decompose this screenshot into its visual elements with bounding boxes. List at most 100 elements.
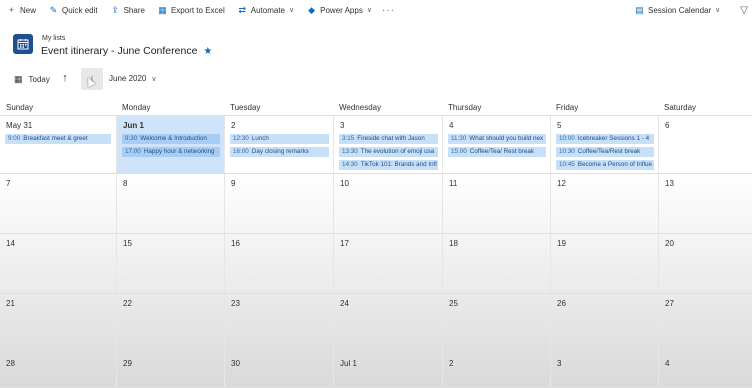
automate-menu[interactable]: ⇄ Automate ∨: [231, 5, 294, 16]
day-cell[interactable]: 22: [116, 294, 224, 353]
day-cell[interactable]: 27: [658, 294, 752, 353]
share-button[interactable]: ⇪ Share: [104, 5, 145, 16]
day-cell[interactable]: 3: [550, 354, 658, 387]
day-number: 23: [231, 299, 240, 308]
day-cell[interactable]: 20: [658, 234, 752, 293]
day-cell[interactable]: 15: [116, 234, 224, 293]
day-cell[interactable]: 2 12:30 Lunch 16:00 Day closing remarks: [224, 116, 333, 173]
quick-edit-button[interactable]: ✎ Quick edit: [42, 5, 98, 16]
day-number: 18: [449, 239, 458, 248]
day-number: 3: [557, 359, 562, 368]
new-button[interactable]: + New: [0, 5, 36, 15]
day-number: 15: [123, 239, 132, 248]
calendar-event[interactable]: 15:00 Coffee/Tea/ Rest break: [448, 147, 546, 157]
day-cell[interactable]: 2: [442, 354, 550, 387]
calendar-event[interactable]: 12:30 Lunch: [230, 134, 329, 144]
event-time: 14:30: [342, 161, 358, 168]
week-row: 28 29 30 Jul 1 2 3 4: [0, 354, 752, 388]
day-number: 30: [231, 359, 240, 368]
day-number: 10: [340, 179, 349, 188]
export-excel-button[interactable]: ▦ Export to Excel: [151, 5, 225, 16]
page-title: Event itinerary - June Conference ★: [41, 45, 212, 57]
day-number: 26: [557, 299, 566, 308]
calendar-event[interactable]: 16:00 Day closing remarks: [230, 147, 329, 157]
breadcrumb[interactable]: My lists: [42, 35, 65, 42]
day-cell[interactable]: 14: [0, 234, 116, 293]
weekday-monday: Monday: [122, 103, 151, 112]
day-cell[interactable]: 28: [0, 354, 116, 387]
calendar-event[interactable]: 9:00 Breakfast meet & greet: [5, 134, 111, 144]
day-cell[interactable]: 30: [224, 354, 333, 387]
day-cell[interactable]: 21: [0, 294, 116, 353]
day-cell[interactable]: 10: [333, 174, 442, 233]
event-title: Breakfast meet & greet: [23, 135, 88, 142]
day-cell[interactable]: 19: [550, 234, 658, 293]
week-row: May 31 9:00 Breakfast meet & greet Jun 1 9:3…: [0, 116, 752, 174]
calendar-event[interactable]: 11:30 What should you build nex: [448, 134, 546, 144]
day-cell[interactable]: 5 10:00 Icebreaker Sessions 1 - 4 10:30 Coff…: [550, 116, 658, 173]
new-label: New: [20, 5, 37, 15]
calendar-event[interactable]: 10:00 Icebreaker Sessions 1 - 4: [556, 134, 654, 144]
event-title: The evolution of emoji usa: [360, 148, 435, 155]
previous-month-button[interactable]: ↑: [58, 72, 72, 86]
day-cell[interactable]: May 31 9:00 Breakfast meet & greet: [0, 116, 116, 173]
event-time: 12:30: [233, 135, 249, 142]
event-title: What should you build nex: [469, 135, 544, 142]
more-options-button[interactable]: ···: [378, 5, 395, 16]
day-cell[interactable]: Jul 1: [333, 354, 442, 387]
day-cell[interactable]: 9: [224, 174, 333, 233]
calendar-event[interactable]: 3:15 Fireside chat with Jason: [339, 134, 438, 144]
day-cell[interactable]: 17: [333, 234, 442, 293]
pencil-icon: ✎: [49, 4, 58, 15]
today-label: Today: [28, 75, 50, 84]
calendar-event[interactable]: 10:45 Become a Person of Influe: [556, 160, 654, 170]
chevron-down-icon: ∨: [715, 7, 721, 14]
calendar-event[interactable]: 14:30 TikTok 101: Brands and Infl: [339, 160, 438, 170]
day-cell[interactable]: 16: [224, 234, 333, 293]
star-icon[interactable]: ★: [203, 46, 212, 57]
event-title: Welcome & Introduction: [140, 135, 207, 142]
day-cell[interactable]: 4 11:30 What should you build nex 15:00 Coff…: [442, 116, 550, 173]
chevron-down-icon: ∨: [289, 7, 295, 14]
calendar-event[interactable]: 9:30 Welcome & Introduction: [122, 134, 220, 144]
day-cell[interactable]: 29: [116, 354, 224, 387]
share-label: Share: [123, 5, 145, 15]
day-cell[interactable]: 11: [442, 174, 550, 233]
event-title: Happy hour & networking: [143, 148, 215, 155]
day-cell[interactable]: 8: [116, 174, 224, 233]
day-number: 28: [6, 359, 15, 368]
day-cell[interactable]: 3 3:15 Fireside chat with Jason 13:30 The ev…: [333, 116, 442, 173]
day-cell[interactable]: 7: [0, 174, 116, 233]
today-button[interactable]: ▦ Today: [14, 74, 50, 85]
day-number: 2: [449, 359, 454, 368]
day-number: 4: [449, 121, 454, 130]
filter-icon[interactable]: ▽: [740, 5, 748, 16]
day-cell[interactable]: 24: [333, 294, 442, 353]
month-picker[interactable]: June 2020 ∨: [109, 74, 157, 83]
day-cell[interactable]: 25: [442, 294, 550, 353]
event-title: Become a Person of Influe: [577, 161, 652, 168]
event-title: Day closing remarks: [251, 148, 309, 155]
day-cell[interactable]: 13: [658, 174, 752, 233]
calendar-event[interactable]: 17:00 Happy hour & networking: [122, 147, 220, 157]
power-apps-icon: ◆: [308, 4, 316, 15]
event-title: Lunch: [251, 135, 269, 142]
day-number: 24: [340, 299, 349, 308]
day-cell[interactable]: 6: [658, 116, 752, 173]
day-number: 2: [231, 121, 236, 130]
quick-edit-label: Quick edit: [62, 5, 98, 15]
day-cell[interactable]: 4: [658, 354, 752, 387]
view-selector[interactable]: ▤ Session Calendar ∨: [628, 5, 720, 16]
day-cell[interactable]: Jun 1 9:30 Welcome & Introduction 17:00 Happ…: [116, 116, 224, 173]
day-cell[interactable]: 26: [550, 294, 658, 353]
week-row: 21 22 23 24 25 26 27: [0, 294, 752, 354]
calendar-event[interactable]: 10:30 Coffee/Tea/Rest break: [556, 147, 654, 157]
day-cell[interactable]: 12: [550, 174, 658, 233]
calendar-event[interactable]: 13:30 The evolution of emoji usa: [339, 147, 438, 157]
flow-icon: ⇄: [238, 4, 247, 15]
power-apps-menu[interactable]: ◆ Power Apps ∨: [300, 5, 372, 16]
day-cell[interactable]: 23: [224, 294, 333, 353]
view-selector-label: Session Calendar: [648, 5, 712, 15]
day-cell[interactable]: 18: [442, 234, 550, 293]
weekday-thursday: Thursday: [448, 103, 482, 112]
